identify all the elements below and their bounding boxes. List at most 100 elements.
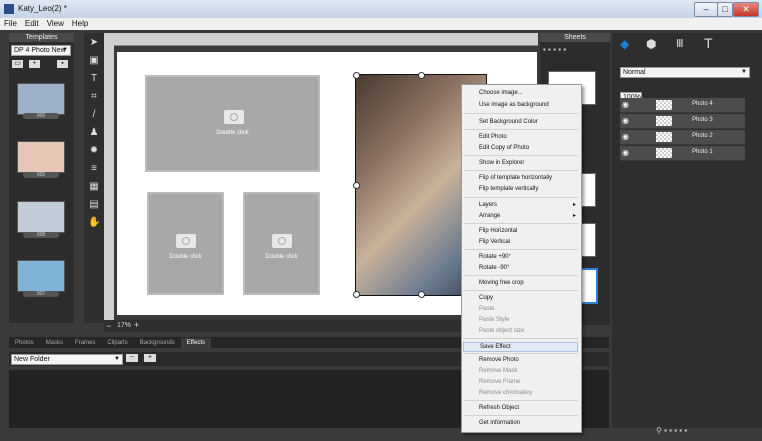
zoom-out-icon[interactable]: − xyxy=(106,321,111,331)
eye-icon[interactable]: ◉ xyxy=(622,100,629,109)
menu-item-edit-copy-of-photo[interactable]: Edit Copy of Photo xyxy=(479,144,529,152)
menu-item-flip-of-template-horizontally[interactable]: Flip of template horizontally xyxy=(479,174,552,182)
align-tool-icon[interactable]: ≡ xyxy=(88,163,100,175)
folder-dropdown[interactable]: New Folder ▼ xyxy=(11,354,123,365)
menu-item-flip-vertical[interactable]: Flip Vertical xyxy=(479,238,510,246)
menu-item-remove-chromakey: Remove chromakey xyxy=(479,389,532,397)
layer-row[interactable]: ◉ Photo 2 xyxy=(620,130,745,145)
menu-item-label: Choose image... xyxy=(479,90,523,96)
context-menu: Choose image... Use image as background Se… xyxy=(461,84,582,433)
crop-tool-icon[interactable]: ⌗ xyxy=(88,91,100,103)
maximize-button[interactable]: □ xyxy=(717,2,733,17)
menu-item-rotate-90[interactable]: Rotate -90° xyxy=(479,264,509,272)
menu-item-show-in-explorer[interactable]: Show in Explorer xyxy=(479,159,524,167)
save-template-icon[interactable]: ▪ xyxy=(57,60,68,68)
menu-help[interactable]: Help xyxy=(68,18,92,30)
tab-cliparts[interactable]: Cliparts xyxy=(101,338,133,349)
menu-item-label: Flip Horizontal xyxy=(479,228,518,234)
remove-folder-icon[interactable]: − xyxy=(126,354,138,362)
select-arrow-icon[interactable]: ➤ xyxy=(88,37,100,49)
menu-item-rotate-90[interactable]: Rotate +90° xyxy=(479,253,511,261)
menu-separator xyxy=(464,223,578,224)
resize-handle[interactable] xyxy=(418,72,425,79)
template-thumbnail[interactable] xyxy=(17,141,65,173)
layer-thumbnail xyxy=(656,100,672,110)
menu-item-remove-frame: Remove Frame xyxy=(479,378,520,386)
eye-icon[interactable]: ◉ xyxy=(622,132,629,141)
minimize-button[interactable]: – xyxy=(694,2,718,17)
menu-item-remove-photo[interactable]: Remove Photo xyxy=(479,356,519,364)
grid-tool-icon[interactable]: ▦ xyxy=(88,181,100,193)
text-tool-icon[interactable]: T xyxy=(88,73,100,85)
menu-separator xyxy=(464,415,578,416)
folder-value: New Folder xyxy=(14,356,50,363)
photo-slot[interactable]: Double click xyxy=(145,75,320,172)
layer-row[interactable]: ◉ Photo 4 xyxy=(620,98,745,113)
sheet-actions-icon[interactable]: ▪ ▪ ▪ ▪ ▪ xyxy=(543,45,566,54)
layer-actions-icon[interactable]: ⚲ ▪ ▪ ▪ ▪ ▪ xyxy=(656,426,687,435)
resize-handle[interactable] xyxy=(353,72,360,79)
menu-item-copy[interactable]: Copy xyxy=(479,294,493,302)
template-thumbnail[interactable] xyxy=(17,201,65,233)
camera-icon xyxy=(224,110,244,124)
tab-photos[interactable]: Photos xyxy=(9,338,40,349)
menu-edit[interactable]: Edit xyxy=(21,18,43,30)
eye-icon[interactable]: ◉ xyxy=(622,116,629,125)
menu-item-moving-free-crop[interactable]: Moving free crop xyxy=(479,279,524,287)
layer-row[interactable]: ◉ Photo 1 xyxy=(620,146,745,161)
adjust-icon[interactable]: Ⅲ xyxy=(676,37,684,50)
text-icon[interactable]: T xyxy=(704,35,713,51)
menu-item-label: Set Background Color xyxy=(479,119,538,125)
tab-effects[interactable]: Effects xyxy=(180,338,211,349)
menu-item-use-image-as-background[interactable]: Use image as background xyxy=(479,101,549,109)
stamp-tool-icon[interactable]: ♟ xyxy=(88,127,100,139)
menu-item-label: Remove Mask xyxy=(479,368,518,374)
resize-handle[interactable] xyxy=(418,291,425,298)
layer-thumbnail xyxy=(656,132,672,142)
menu-item-arrange[interactable]: Arrange ▸ xyxy=(479,212,576,220)
menu-separator xyxy=(464,400,578,401)
menu-item-label: Save Effect xyxy=(480,344,511,350)
layer-row[interactable]: ◉ Photo 3 xyxy=(620,114,745,129)
photo-slot[interactable]: Double click xyxy=(147,192,224,295)
menu-item-set-background-color[interactable]: Set Background Color xyxy=(479,118,538,126)
template-thumbnail[interactable] xyxy=(17,260,65,292)
tab-backgrounds[interactable]: Backgrounds xyxy=(134,338,181,349)
menu-item-choose-image[interactable]: Choose image... xyxy=(479,89,523,97)
hand-tool-icon[interactable]: ✋ xyxy=(88,217,100,229)
eye-icon[interactable]: ◉ xyxy=(622,148,629,157)
light-tool-icon[interactable]: ✹ xyxy=(88,145,100,157)
frame-tool-icon[interactable]: ▣ xyxy=(88,55,100,67)
add-folder-icon[interactable]: + xyxy=(144,354,156,362)
blend-mode-dropdown[interactable]: Normal ▼ xyxy=(620,67,750,78)
menu-item-get-information[interactable]: Get information xyxy=(479,419,520,427)
menu-view[interactable]: View xyxy=(43,18,68,30)
tab-frames[interactable]: Frames xyxy=(69,338,101,349)
menu-item-edit-photo[interactable]: Edit Photo xyxy=(479,133,507,141)
menu-item-layers[interactable]: Layers ▸ xyxy=(479,201,576,209)
menu-separator xyxy=(464,290,578,291)
menu-item-flip-template-vertically[interactable]: Flip template vertically xyxy=(479,185,538,193)
menu-item-label: Remove Frame xyxy=(479,379,521,385)
menu-item-save-effect[interactable]: Save Effect xyxy=(463,342,578,352)
layout-tool-icon[interactable]: ▤ xyxy=(88,199,100,211)
resize-handle[interactable] xyxy=(353,182,360,189)
menu-item-label: Use image as background xyxy=(479,102,549,108)
tab-masks[interactable]: Masks xyxy=(40,338,69,349)
close-button[interactable]: ✕ xyxy=(733,2,759,17)
brush-tool-icon[interactable]: / xyxy=(88,109,100,121)
menu-item-flip-horizontal[interactable]: Flip Horizontal xyxy=(479,227,517,235)
add-template-icon[interactable]: + xyxy=(29,60,40,68)
menu-bar: File Edit View Help xyxy=(0,18,762,30)
resize-handle[interactable] xyxy=(353,291,360,298)
menu-item-refresh-object[interactable]: Refresh Object xyxy=(479,404,519,412)
folder-icon[interactable]: ▭ xyxy=(12,60,23,68)
menu-file[interactable]: File xyxy=(0,18,21,30)
3d-cube-icon[interactable]: ⬢ xyxy=(646,37,656,51)
app-icon xyxy=(4,4,14,14)
zoom-in-icon[interactable]: + xyxy=(134,320,139,330)
photo-slot[interactable]: Double click xyxy=(243,192,320,295)
layers-icon[interactable]: ◆ xyxy=(620,37,629,51)
template-set-dropdown[interactable]: DP 4 Photo New ▼ xyxy=(11,45,71,56)
template-thumbnail[interactable] xyxy=(17,83,65,115)
